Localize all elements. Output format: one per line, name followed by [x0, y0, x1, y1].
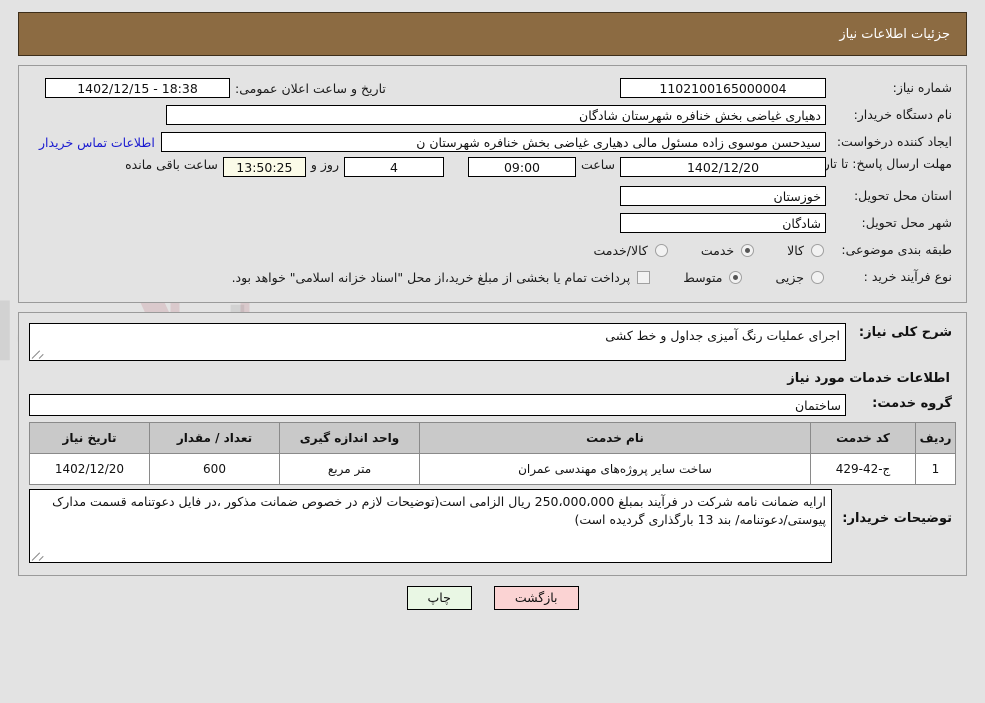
province-label: استان محل تحویل: [853, 187, 952, 203]
deadline-date-value: 1402/12/20 [620, 157, 826, 177]
col-quantity: تعداد / مقدار [149, 422, 280, 454]
radio-icon-goods[interactable] [811, 243, 824, 257]
cell-service-name: ساخت سایر پروژه‌های مهندسی عمران [419, 453, 811, 485]
col-unit: واحد اندازه گیری [279, 422, 420, 454]
radio-icon-service[interactable] [741, 243, 755, 257]
page-header: جزئیات اطلاعات نیاز [18, 12, 967, 56]
category-option-service[interactable]: خدمت [696, 243, 756, 258]
process-option-minor-label: جزیی [775, 269, 804, 285]
process-option-medium-label: متوسط [683, 269, 723, 285]
general-desc-textarea[interactable]: اجرای عملیات رنگ آمیزی جداول و خط کشی [29, 323, 846, 361]
row-province: استان محل تحویل: خوزستان [33, 184, 952, 208]
city-label: شهر محل تحویل: [861, 214, 952, 230]
row-deadline: مهلت ارسال پاسخ: تا تاریخ: 1402/12/20 سا… [33, 157, 952, 181]
col-need-date: تاریخ نیاز [29, 422, 150, 454]
remaining-days-value: 4 [343, 157, 444, 177]
creator-label: ایجاد کننده درخواست: [836, 133, 952, 149]
cell-unit: متر مربع [279, 453, 420, 485]
services-table: ردیف کد خدمت نام خدمت واحد اندازه گیری ت… [29, 422, 956, 485]
category-option-goods-service[interactable]: کالا/خدمت [588, 243, 669, 258]
row-service-group: گروه خدمت: ساختمان [29, 394, 956, 416]
print-button[interactable]: چاپ [406, 586, 472, 610]
page-title: جزئیات اطلاعات نیاز [839, 26, 950, 42]
footer-button-bar: بازگشت چاپ [0, 586, 985, 610]
city-value: شادگان [620, 213, 826, 233]
days-label: روز و [310, 157, 339, 172]
buyer-org-label: نام دستگاه خریدار: [853, 106, 952, 122]
radio-icon-minor[interactable] [811, 270, 824, 284]
need-number-label: شماره نیاز: [892, 79, 952, 95]
announce-value: 18:38 - 1402/12/15 [45, 78, 230, 98]
general-desc-label: شرح کلی نیاز: [858, 325, 952, 340]
need-number-value: 1102100165000004 [620, 78, 826, 98]
deadline-time-value: 09:00 [467, 157, 576, 177]
creator-value: سیدحسن موسوی زاده مسئول مالی دهیاری غیاض… [160, 132, 826, 152]
services-section-title: اطلاعات خدمات مورد نیاز [787, 371, 950, 386]
service-group-value: ساختمان [29, 394, 846, 416]
cell-need-date: 1402/12/20 [29, 453, 150, 485]
category-option-service-label: خدمت [700, 242, 735, 258]
row-buyer-notes: توضیحات خریدار: ارایه ضمانت نامه شرکت در… [29, 489, 956, 563]
cell-quantity: 600 [149, 453, 280, 485]
need-summary-panel: شماره نیاز: 1102100165000004 تاریخ و ساع… [18, 65, 967, 303]
col-service-code: کد خدمت [810, 422, 916, 454]
col-service-name: نام خدمت [419, 422, 811, 454]
resize-grip-icon[interactable] [31, 349, 44, 359]
row-city: شهر محل تحویل: شادگان [33, 211, 952, 235]
buyer-contact-link[interactable]: اطلاعات تماس خریدار [33, 135, 161, 150]
category-label: طبقه بندی موضوعی: [841, 241, 952, 257]
process-option-medium[interactable]: متوسط [678, 270, 744, 285]
row-buyer-org: نام دستگاه خریدار: دهیاری غیاضی بخش خناف… [33, 103, 952, 127]
treasury-checkbox-group[interactable]: پرداخت تمام یا بخشی از مبلغ خرید،از محل … [227, 270, 653, 285]
category-option-goods[interactable]: کالا [782, 243, 826, 258]
radio-icon-goods-service[interactable] [654, 243, 668, 257]
col-row: ردیف [915, 422, 956, 454]
row-process: نوع فرآیند خرید : جزیی متوسط پرداخت تمام… [33, 265, 952, 289]
buyer-notes-value: ارایه ضمانت نامه شرکت در فرآیند بمبلغ 25… [52, 494, 826, 528]
process-option-minor[interactable]: جزیی [770, 270, 826, 285]
deadline-label: مهلت ارسال پاسخ: تا تاریخ: [807, 156, 952, 171]
category-option-goods-service-label: کالا/خدمت [593, 242, 648, 258]
buyer-org-value: دهیاری غیاضی بخش خنافره شهرستان شادگان [166, 105, 826, 125]
cell-service-code: ج-42-429 [810, 453, 916, 485]
general-desc-value: اجرای عملیات رنگ آمیزی جداول و خط کشی [605, 328, 840, 343]
service-group-label: گروه خدمت: [872, 396, 952, 411]
radio-icon-medium[interactable] [729, 270, 743, 284]
row-category: طبقه بندی موضوعی: کالا خدمت کالا/خدمت [33, 238, 952, 262]
province-value: خوزستان [620, 186, 826, 206]
remaining-label: ساعت باقی مانده [125, 157, 218, 172]
checkbox-icon-treasury[interactable] [637, 270, 651, 284]
resize-grip-icon-notes[interactable] [31, 551, 44, 561]
category-option-goods-label: کالا [787, 242, 804, 258]
cell-row: 1 [915, 453, 956, 485]
buyer-notes-label: توضیحات خریدار: [842, 511, 952, 526]
row-general-description: شرح کلی نیاز: اجرای عملیات رنگ آمیزی جدا… [29, 323, 956, 361]
treasury-checkbox-label: پرداخت تمام یا بخشی از مبلغ خرید،از محل … [231, 269, 631, 285]
announce-label: تاریخ و ساعت اعلان عمومی: [235, 80, 386, 96]
process-label: نوع فرآیند خرید : [863, 268, 952, 284]
hour-label: ساعت [580, 157, 615, 172]
row-creator: ایجاد کننده درخواست: سیدحسن موسوی زاده م… [33, 130, 952, 154]
buyer-notes-textarea[interactable]: ارایه ضمانت نامه شرکت در فرآیند بمبلغ 25… [29, 489, 832, 563]
need-details-panel: شرح کلی نیاز: اجرای عملیات رنگ آمیزی جدا… [18, 312, 967, 576]
back-button[interactable]: بازگشت [493, 586, 579, 610]
table-header-row: ردیف کد خدمت نام خدمت واحد اندازه گیری ت… [29, 422, 956, 454]
table-row: 1 ج-42-429 ساخت سایر پروژه‌های مهندسی عم… [29, 453, 956, 485]
row-need-number: شماره نیاز: 1102100165000004 تاریخ و ساع… [33, 76, 952, 100]
countdown-value: 13:50:25 [222, 157, 306, 177]
